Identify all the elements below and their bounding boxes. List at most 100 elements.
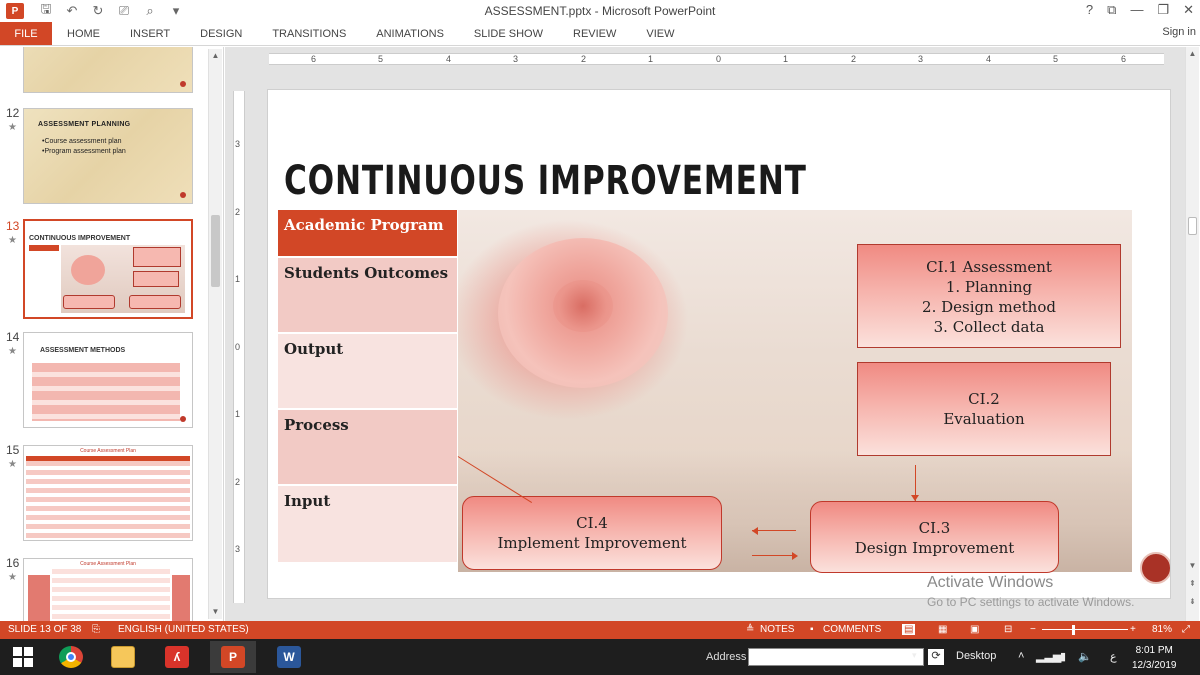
taskbar-chrome[interactable] xyxy=(48,641,94,673)
arrowhead-icon xyxy=(792,552,798,560)
spelling-check-icon[interactable]: ⎘ xyxy=(92,624,100,635)
restore-icon[interactable]: ❐ xyxy=(1157,2,1169,18)
network-icon[interactable]: ▂▃▅ xyxy=(1036,650,1061,663)
system-clock[interactable]: 8:01 PM 12/3/2019 xyxy=(1132,643,1177,673)
ci2-subtitle: Evaluation xyxy=(943,410,1025,428)
print-preview-icon[interactable]: ⌕ xyxy=(142,3,158,19)
slide-counter[interactable]: SLIDE 13 OF 38 xyxy=(8,624,81,635)
animation-star-icon: ★ xyxy=(8,572,17,583)
ci2-title: CI.2 xyxy=(968,390,1000,408)
tab-insert[interactable]: INSERT xyxy=(115,22,185,45)
arrowhead-icon xyxy=(911,495,919,501)
slide-title[interactable]: CONTINUOUS IMPROVEMENT xyxy=(284,158,807,204)
zoom-slider-thumb[interactable] xyxy=(1072,625,1075,635)
slide-canvas[interactable]: CONTINUOUS IMPROVEMENT Academic Program … xyxy=(267,89,1171,599)
tab-transitions[interactable]: TRANSITIONS xyxy=(257,22,361,45)
fit-to-window-icon[interactable]: ⤢ xyxy=(1182,624,1190,635)
refresh-icon[interactable]: ⟳ xyxy=(928,649,944,665)
tab-view[interactable]: VIEW xyxy=(631,22,689,45)
reading-view-icon[interactable]: ▣ xyxy=(970,624,979,635)
volume-icon[interactable]: 🔈 xyxy=(1078,650,1092,663)
present-from-start-icon[interactable]: ⎚ xyxy=(116,3,132,19)
normal-view-icon[interactable]: ▤ xyxy=(902,624,916,635)
slide-thumbnail-14[interactable]: ASSESSMENT METHODS xyxy=(23,332,193,428)
scroll-up-icon[interactable]: ▲ xyxy=(1186,47,1199,60)
horizontal-ruler: 6 5 4 3 2 1 0 1 2 3 4 5 6 xyxy=(269,53,1164,65)
comments-button[interactable]: COMMENTS xyxy=(823,624,881,635)
thumbnail-ci4-box xyxy=(63,295,115,309)
process-cell[interactable]: Process xyxy=(278,410,457,484)
sign-in-link[interactable]: Sign in xyxy=(1162,26,1196,38)
ci3-design-improvement-box[interactable]: CI.3 Design Improvement xyxy=(810,501,1059,573)
title-bar: P 🖫 ↶ ↻ ⎚ ⌕ ▾ ASSESSMENT.pptx - Microsof… xyxy=(0,0,1200,22)
zoom-in-icon[interactable]: + xyxy=(1130,624,1136,635)
academic-program-header[interactable]: Academic Program xyxy=(278,210,457,256)
zoom-level[interactable]: 81% xyxy=(1152,624,1172,635)
taskbar-pdf-reader[interactable]: ʎ xyxy=(154,641,200,673)
tab-design[interactable]: DESIGN xyxy=(185,22,257,45)
help-icon[interactable]: ? xyxy=(1086,2,1093,18)
tab-review[interactable]: REVIEW xyxy=(558,22,631,45)
ci1-item: 3. Collect data xyxy=(933,318,1045,336)
slide-thumbnail-16[interactable]: Course Assessment Plan xyxy=(23,558,193,621)
customize-qat-icon[interactable]: ▾ xyxy=(168,3,184,19)
undo-icon[interactable]: ↶ xyxy=(64,3,80,19)
status-bar: SLIDE 13 OF 38 ⎘ ENGLISH (UNITED STATES)… xyxy=(0,621,1200,639)
scroll-down-icon[interactable]: ▼ xyxy=(209,605,222,618)
tab-animations[interactable]: ANIMATIONS xyxy=(361,22,459,45)
tab-file[interactable]: FILE xyxy=(0,22,52,45)
address-dropdown-icon[interactable]: ▾ xyxy=(912,650,917,661)
slide-thumbnail-11[interactable] xyxy=(23,47,193,93)
thumbnail-ci1-box xyxy=(133,247,181,267)
ribbon-display-options-icon[interactable]: ⧉ xyxy=(1107,2,1116,18)
animation-star-icon: ★ xyxy=(8,459,17,470)
output-cell[interactable]: Output xyxy=(278,334,457,408)
comments-icon[interactable]: ▪ xyxy=(810,624,814,635)
ruler-tick: 0 xyxy=(235,342,241,352)
start-button[interactable] xyxy=(0,641,46,673)
slide-thumbnail-12[interactable]: ASSESSMENT PLANNING •Course assessment p… xyxy=(23,108,193,204)
rose-center xyxy=(553,280,613,332)
close-icon[interactable]: ✕ xyxy=(1183,2,1194,18)
slide-thumbnail-13[interactable]: CONTINUOUS IMPROVEMENT xyxy=(23,219,193,319)
ci4-title: CI.4 xyxy=(576,514,608,532)
input-cell[interactable]: Input xyxy=(278,486,457,562)
tab-slide-show[interactable]: SLIDE SHOW xyxy=(459,22,558,45)
scroll-down-icon[interactable]: ▼ xyxy=(1186,559,1199,572)
slide-thumbnail-15[interactable]: Course Assessment Plan xyxy=(23,445,193,541)
previous-slide-icon[interactable]: ⇞ xyxy=(1186,577,1199,590)
taskbar-word[interactable]: W xyxy=(266,641,312,673)
ci1-assessment-box[interactable]: CI.1 Assessment 1. Planning 2. Design me… xyxy=(857,244,1121,348)
slide-sorter-icon[interactable]: ▦ xyxy=(938,624,947,635)
address-input[interactable] xyxy=(748,648,924,666)
scroll-thumb[interactable] xyxy=(211,215,220,287)
taskbar-file-explorer[interactable] xyxy=(100,641,146,673)
students-outcomes-cell[interactable]: Students Outcomes xyxy=(278,258,457,332)
ci2-evaluation-box[interactable]: CI.2 Evaluation xyxy=(857,362,1111,456)
language-indicator[interactable]: ENGLISH (UNITED STATES) xyxy=(118,624,249,635)
scroll-up-icon[interactable]: ▲ xyxy=(209,49,222,62)
powerpoint-app-icon[interactable]: P xyxy=(6,3,24,19)
scroll-thumb[interactable] xyxy=(1188,217,1197,235)
thumbnail-number: 14 xyxy=(6,330,20,344)
thumbnail-scrollbar[interactable]: ▲ ▼ xyxy=(208,49,222,619)
save-icon[interactable]: 🖫 xyxy=(38,0,54,22)
minimize-icon[interactable]: — xyxy=(1130,2,1143,18)
slide-show-icon[interactable]: ⊟ xyxy=(1004,624,1012,635)
notes-icon[interactable]: ≜ xyxy=(746,624,754,635)
next-slide-icon[interactable]: ⇟ xyxy=(1186,595,1199,608)
zoom-slider[interactable] xyxy=(1042,629,1128,630)
editor-scrollbar[interactable]: ▲ ▼ ⇞ ⇟ xyxy=(1185,47,1199,621)
show-hidden-icons-icon[interactable]: ˄ xyxy=(1018,650,1024,662)
taskbar-powerpoint[interactable]: P xyxy=(210,641,256,673)
battery-icon[interactable]: ▮ xyxy=(1060,650,1066,663)
notes-button[interactable]: NOTES xyxy=(760,624,794,635)
tab-home[interactable]: HOME xyxy=(52,22,115,45)
ci4-implement-improvement-box[interactable]: CI.4 Implement Improvement xyxy=(462,496,722,570)
zoom-out-icon[interactable]: − xyxy=(1030,624,1036,635)
thumbnail-number: 16 xyxy=(6,556,20,570)
animation-star-icon: ★ xyxy=(8,235,17,246)
input-language-indicator[interactable]: ع xyxy=(1110,650,1117,663)
desktop-toolbar[interactable]: Desktop xyxy=(956,650,996,662)
redo-icon[interactable]: ↻ xyxy=(90,3,106,19)
